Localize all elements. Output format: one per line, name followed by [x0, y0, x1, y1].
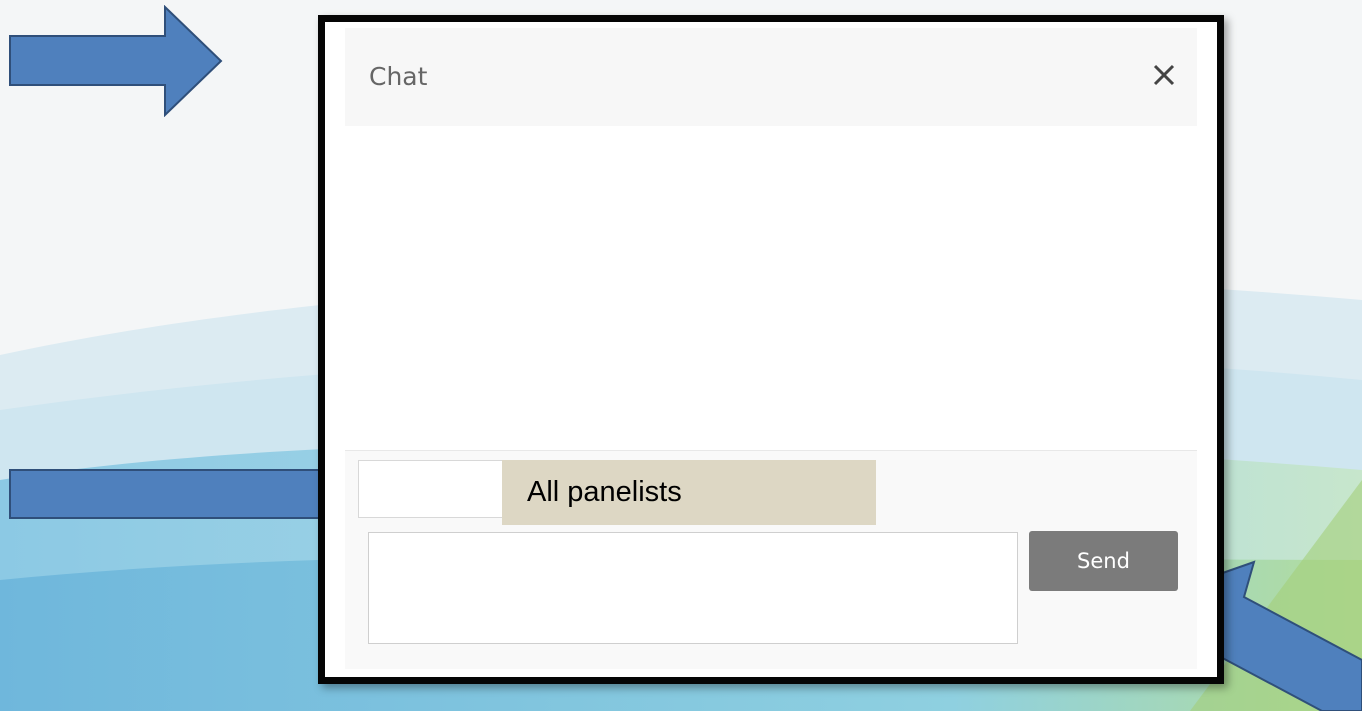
close-icon[interactable] — [1149, 60, 1179, 90]
message-input[interactable] — [368, 532, 1018, 644]
send-button[interactable]: Send — [1029, 531, 1178, 591]
annotation-arrow-top — [9, 5, 223, 117]
chat-message-area — [345, 126, 1197, 451]
recipient-selected-value[interactable]: All panelists — [502, 460, 876, 525]
chat-header: Chat — [345, 28, 1197, 126]
chat-title: Chat — [369, 62, 428, 91]
